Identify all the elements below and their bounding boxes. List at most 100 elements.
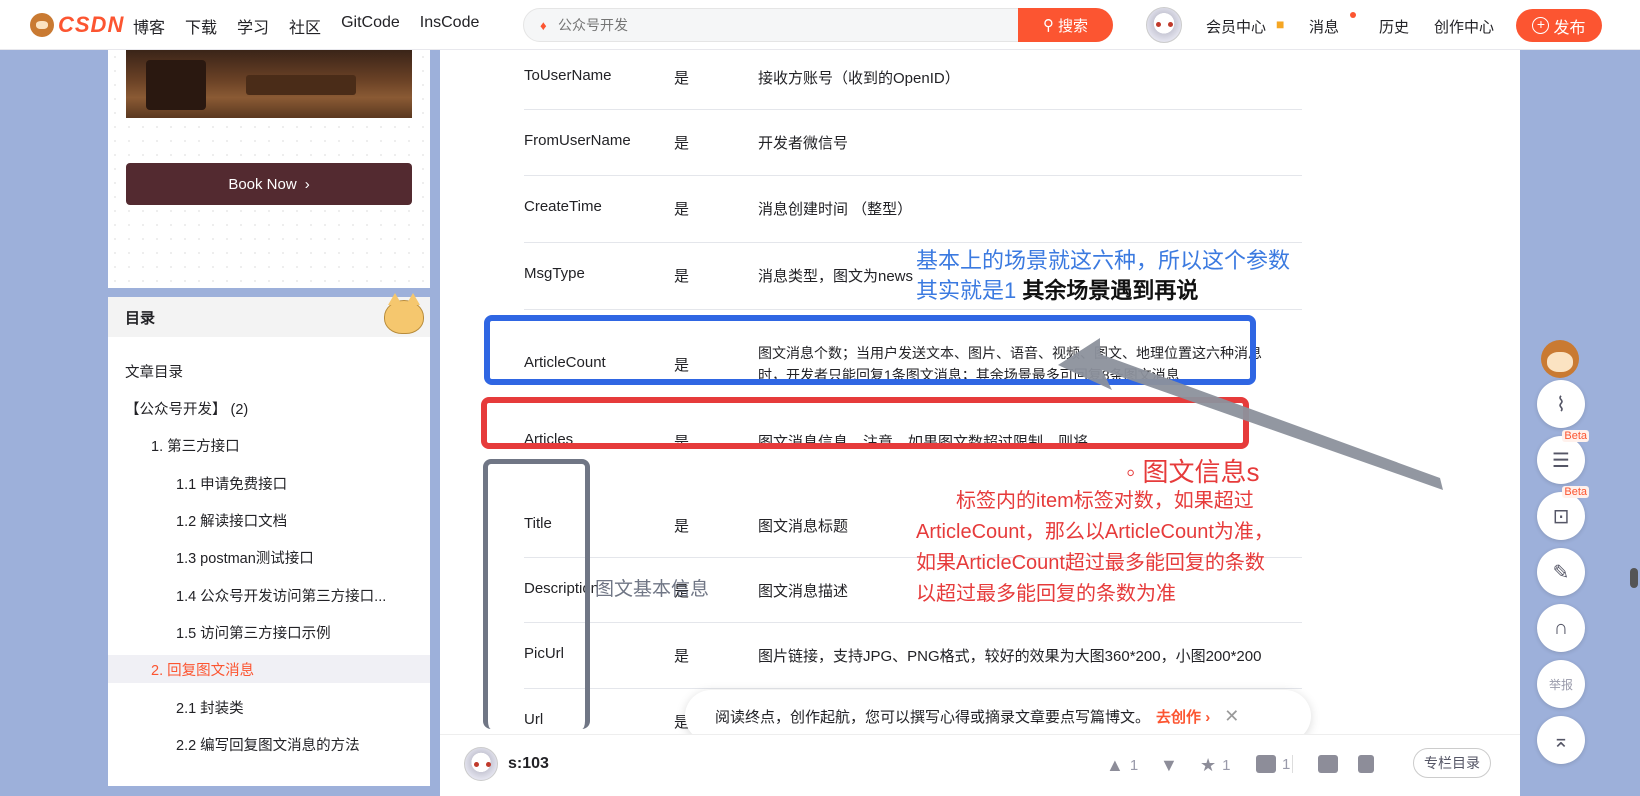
param-desc: 图文消息标题 xyxy=(758,518,849,535)
back-to-top-button[interactable]: ⌅ xyxy=(1537,716,1585,764)
search-button-label: 搜索 xyxy=(1057,17,1088,35)
beta-badge: Beta xyxy=(1562,430,1589,442)
search-input[interactable] xyxy=(558,9,998,41)
data-chart-button[interactable]: ⌇ xyxy=(1537,380,1585,428)
author-name[interactable]: s:103 xyxy=(508,755,549,773)
annotation-red-line: 以超过最多能回复的条数为准 xyxy=(916,583,1176,605)
creator-center-link[interactable]: 创作中心 xyxy=(1434,16,1494,37)
param-name: ToUserName xyxy=(524,67,612,84)
comment-button[interactable]: 1 xyxy=(1256,755,1290,773)
article-bottom-bar: s:103 ▲ 1 ▼ ★ 1 1 专栏目录 xyxy=(440,734,1520,796)
toc-item[interactable]: 1.2 解读接口文档 xyxy=(108,506,430,534)
nav-link-inscode[interactable]: InsCode xyxy=(420,14,480,38)
history-link[interactable]: 历史 xyxy=(1379,16,1409,37)
author-avatar[interactable] xyxy=(464,747,498,781)
gift-icon: ■ xyxy=(1276,16,1285,32)
thumbs-up-icon: ▲ xyxy=(1106,755,1124,775)
share-button[interactable] xyxy=(1318,755,1338,773)
table-row: ToUserName 是 接收方账号（收到的OpenID） xyxy=(524,50,1302,110)
param-required: 是 xyxy=(674,135,690,152)
user-avatar[interactable] xyxy=(1146,7,1182,43)
column-directory-button[interactable]: 专栏目录 xyxy=(1413,748,1491,778)
table-row: CreateTime 是 消息创建时间 （整型） xyxy=(524,176,1302,243)
search-button[interactable]: ⚲ 搜索 xyxy=(1018,8,1113,42)
thumbs-down-icon: ▼ xyxy=(1160,755,1178,775)
ad-image[interactable] xyxy=(126,50,412,118)
param-name: FromUserName xyxy=(524,132,631,149)
annotation-red-line: 标签内的item标签对数，如果超过 xyxy=(956,490,1254,512)
csdn-logo[interactable]: CSDN xyxy=(30,12,124,38)
nav-link-download[interactable]: 下载 xyxy=(185,14,217,38)
edit-button[interactable]: ✎ xyxy=(1537,548,1585,596)
toc-item[interactable]: 1.1 申请免费接口 xyxy=(108,469,430,497)
like-button[interactable]: ▲ 1 xyxy=(1106,755,1138,776)
scrollbar-thumb[interactable] xyxy=(1630,568,1638,588)
nav-link-community[interactable]: 社区 xyxy=(289,14,321,38)
toc-item[interactable]: 1. 第三方接口 xyxy=(108,431,430,459)
toc-item-active[interactable]: 2. 回复图文消息 xyxy=(108,655,430,683)
highlight-box-gray xyxy=(483,459,590,729)
divider xyxy=(1292,755,1293,773)
nav-link-learn[interactable]: 学习 xyxy=(237,14,269,38)
book-now-label: Book Now xyxy=(228,175,297,193)
comment-count: 1 xyxy=(1282,755,1291,773)
toc-item[interactable]: 2.2 编写回复图文消息的方法 xyxy=(108,730,430,758)
publish-label: 发布 xyxy=(1553,19,1586,37)
close-icon[interactable]: ✕ xyxy=(1224,706,1239,727)
customer-service-button[interactable]: ∩ xyxy=(1537,604,1585,652)
like-count: 1 xyxy=(1129,757,1139,774)
param-desc: 消息创建时间 （整型） xyxy=(758,201,913,218)
nav-link-blog[interactable]: 博客 xyxy=(133,14,165,38)
param-name: MsgType xyxy=(524,265,585,282)
param-desc: 接收方账号（收到的OpenID） xyxy=(758,70,960,87)
toc-title: 目录 xyxy=(125,309,156,327)
chart-icon: ⌇ xyxy=(1556,393,1566,416)
messages-link[interactable]: 消息 xyxy=(1309,16,1339,37)
annotation-blue-line2: 其实就是1 xyxy=(916,278,1017,303)
book-now-button[interactable]: Book Now › xyxy=(126,163,412,205)
pdf-button[interactable] xyxy=(1358,755,1374,773)
list-icon: ☰ xyxy=(1552,449,1570,472)
table-of-contents: 目录 文章目录 【公众号开发】 (2) 1. 第三方接口 1.1 申请免费接口 … xyxy=(108,293,430,786)
robot-icon: ⊡ xyxy=(1552,505,1570,528)
toc-item[interactable]: 1.3 postman测试接口 xyxy=(108,543,430,571)
toc-item[interactable]: 1.5 访问第三方接口示例 xyxy=(108,618,430,646)
dislike-button[interactable]: ▼ xyxy=(1160,755,1178,776)
nav-link-gitcode[interactable]: GitCode xyxy=(341,14,400,38)
param-required: 是 xyxy=(674,201,690,218)
highlight-box-red xyxy=(481,397,1249,449)
param-desc: 开发者微信号 xyxy=(758,135,849,152)
cat-mascot-icon xyxy=(384,293,424,334)
favorite-button[interactable]: ★ 1 xyxy=(1200,755,1230,776)
param-required: 是 xyxy=(674,70,690,87)
pdf-icon xyxy=(1358,755,1374,773)
toc-item[interactable]: 2.1 封装类 xyxy=(108,693,430,721)
headset-icon: ∩ xyxy=(1553,616,1569,639)
monkey-mascot-icon[interactable] xyxy=(1533,338,1585,382)
annotation-red: 标签内的item标签对数，如果超过 ArticleCount，那么以Articl… xyxy=(916,486,1274,610)
annotation-red-line: ArticleCount，那么以ArticleCount为准， xyxy=(916,521,1274,543)
toc-item[interactable]: 【公众号开发】 (2) xyxy=(108,394,430,422)
logo-text: CSDN xyxy=(58,12,125,37)
flame-icon: ♦ xyxy=(540,18,547,33)
article-content: ToUserName 是 接收方账号（收到的OpenID） FromUserNa… xyxy=(440,50,1520,796)
member-center-link[interactable]: 会员中心 xyxy=(1206,16,1266,37)
toc-item[interactable]: 文章目录 xyxy=(108,357,430,385)
chevron-right-icon: › xyxy=(304,175,310,193)
table-row: PicUrl 是 图片链接，支持JPG、PNG格式，较好的效果为大图360*20… xyxy=(524,623,1302,689)
favorite-count: 1 xyxy=(1222,757,1231,774)
annotation-blue-line1: 基本上的场景就这六种，所以这个参数 xyxy=(916,248,1291,273)
summary-button[interactable]: ☰ Beta xyxy=(1537,430,1589,484)
back-to-top-icon: ⌅ xyxy=(1552,729,1570,752)
report-button[interactable]: 举报 xyxy=(1537,660,1585,708)
chevron-right-icon: › xyxy=(1205,708,1211,726)
share-icon xyxy=(1318,755,1338,773)
toc-item[interactable]: 1.4 公众号开发访问第三方接口... xyxy=(108,581,430,609)
comment-icon xyxy=(1256,755,1276,773)
param-desc: 消息类型，图文为news xyxy=(758,268,914,285)
go-create-link[interactable]: 去创作 › xyxy=(1156,706,1210,727)
publish-button[interactable]: + 发布 xyxy=(1516,9,1602,42)
ai-assistant-button[interactable]: ⊡ Beta xyxy=(1537,486,1589,540)
search-icon: ⚲ xyxy=(1042,17,1054,34)
toc-header: 目录 xyxy=(108,293,430,337)
